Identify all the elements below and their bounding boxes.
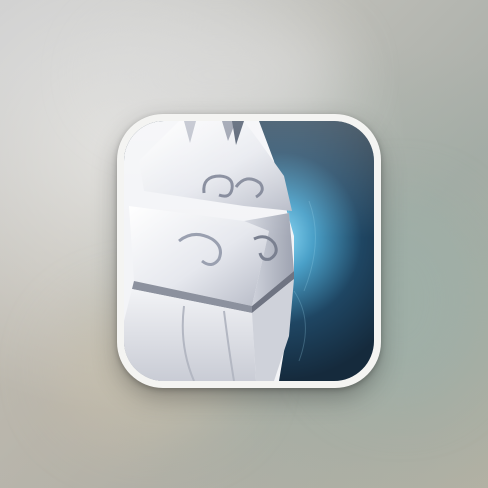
app-icon-button[interactable] bbox=[117, 114, 381, 388]
armored-knight-icon bbox=[124, 121, 374, 381]
blurred-background: { "app_icon": { "icon": "armored-knight-… bbox=[0, 0, 488, 488]
